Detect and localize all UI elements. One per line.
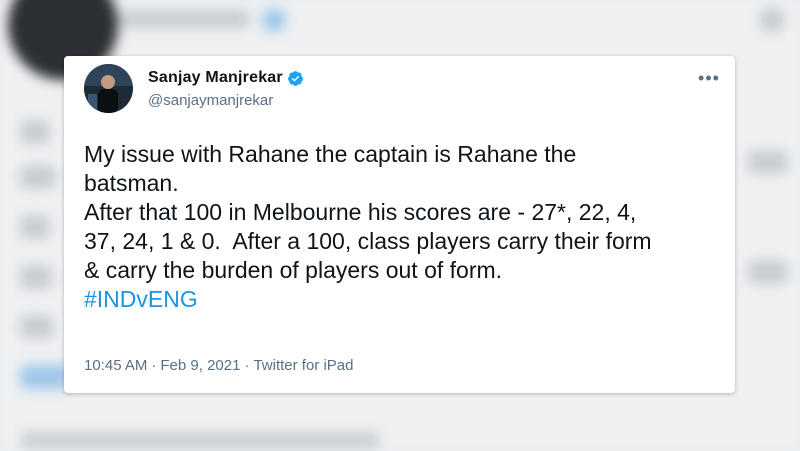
tweet-text: My issue with Rahane the captain is Raha… <box>84 140 724 314</box>
hashtag-link[interactable]: #INDvENG <box>84 285 724 314</box>
tweet-text-line: 37, 24, 1 & 0. After a 100, class player… <box>84 228 652 254</box>
tweet-text-line: batsman. <box>84 170 179 196</box>
tweet-date[interactable]: Feb 9, 2021 <box>160 357 240 374</box>
meta-separator: · <box>244 357 250 374</box>
tweet-text-line: After that 100 in Melbourne his scores a… <box>84 199 637 225</box>
tweet-source[interactable]: Twitter for iPad <box>253 357 353 374</box>
tweet-meta: 10:45 AM · Feb 9, 2021 · Twitter for iPad <box>84 357 354 374</box>
tweet-card: Sanjay Manjrekar @sanjaymanjrekar ••• My… <box>64 56 735 393</box>
verified-badge-icon <box>287 70 304 87</box>
tweet-text-line: & carry the burden of players out of for… <box>84 257 503 283</box>
avatar[interactable] <box>84 64 133 113</box>
meta-separator: · <box>151 357 157 374</box>
more-options-icon[interactable]: ••• <box>697 66 721 90</box>
tweet-time[interactable]: 10:45 AM <box>84 357 147 374</box>
display-name[interactable]: Sanjay Manjrekar <box>148 69 283 87</box>
tweet-text-line: My issue with Rahane the captain is Raha… <box>84 141 577 167</box>
handle[interactable]: @sanjaymanjrekar <box>148 92 273 109</box>
